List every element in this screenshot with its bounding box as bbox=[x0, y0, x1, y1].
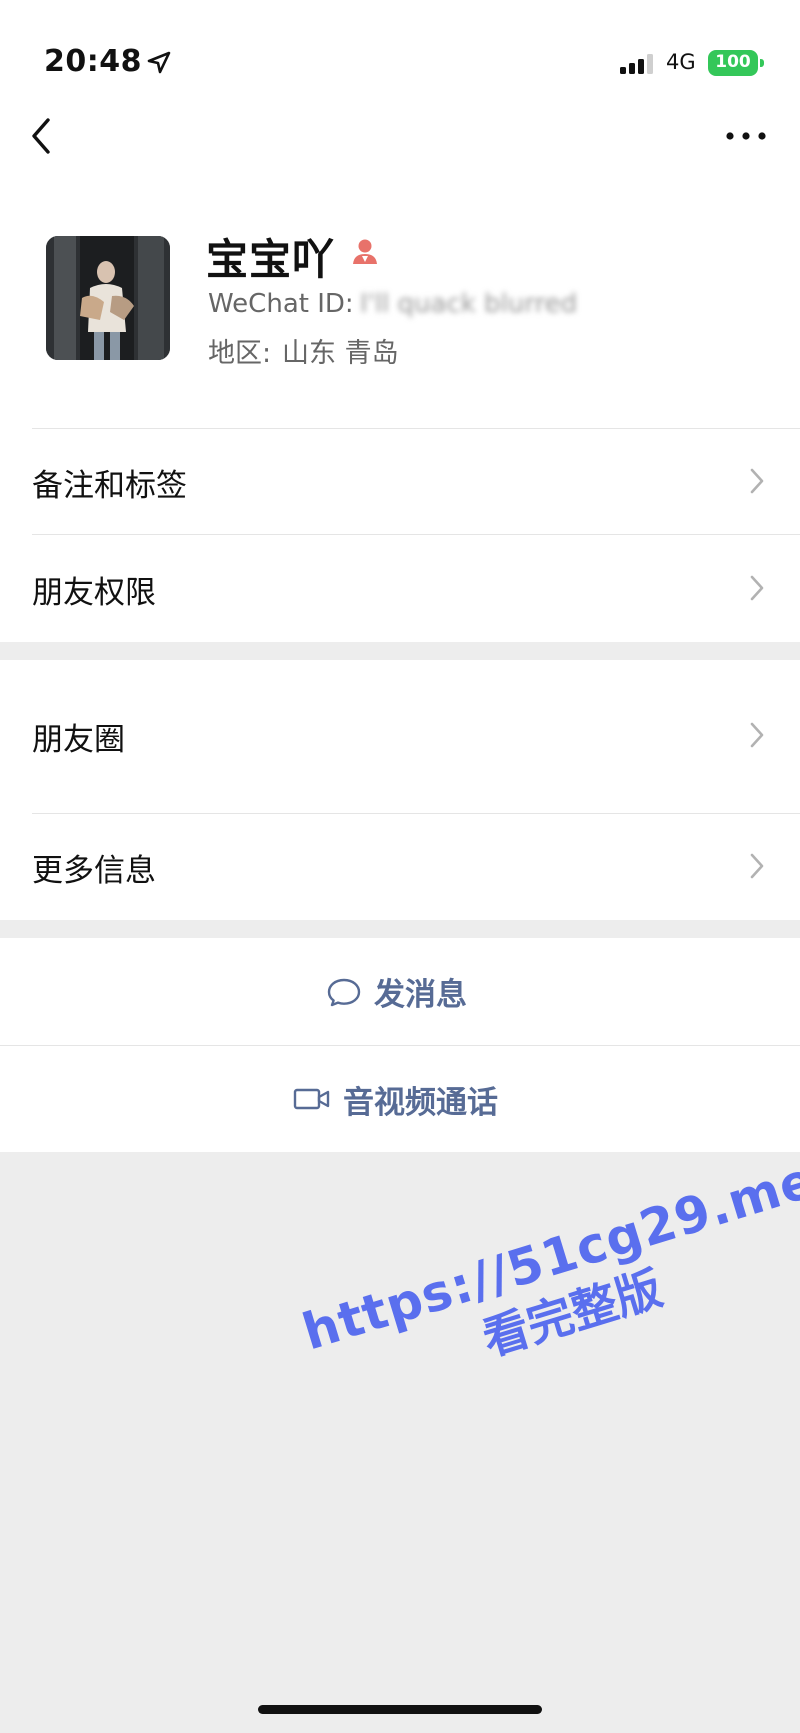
female-icon bbox=[353, 239, 377, 264]
row-friend-permissions[interactable]: 朋友权限 bbox=[0, 534, 800, 642]
chevron-right-icon bbox=[750, 722, 764, 748]
region-label: 地区: bbox=[208, 338, 272, 369]
actions-group: 发消息 音视频通话 bbox=[0, 938, 800, 1152]
chevron-left-icon[interactable] bbox=[26, 112, 58, 160]
video-call-button[interactable]: 音视频通话 bbox=[0, 1046, 800, 1152]
send-message-button[interactable]: 发消息 bbox=[0, 938, 800, 1045]
row-label: 备注和标签 bbox=[32, 468, 187, 504]
row-label: 朋友权限 bbox=[32, 575, 156, 611]
send-message-label: 发消息 bbox=[374, 977, 467, 1013]
location-arrow-icon bbox=[147, 51, 171, 74]
profile-name: 宝宝吖 bbox=[206, 235, 336, 284]
status-bar: 20:48 4G 100 bbox=[0, 0, 800, 110]
row-label: 朋友圈 bbox=[32, 722, 125, 758]
watermark: https://51cg29.me 看完整版 bbox=[296, 1150, 800, 1418]
profile-header: 20:48 4G 100 宝宝吖 WeChat ID: I'll quack b… bbox=[0, 0, 800, 420]
row-moments[interactable]: 朋友圈 bbox=[0, 660, 800, 813]
content-group: 朋友圈 更多信息 bbox=[0, 660, 800, 920]
ellipsis-icon[interactable] bbox=[720, 118, 772, 154]
battery-icon: 100 bbox=[708, 50, 764, 76]
video-camera-icon bbox=[293, 1088, 330, 1110]
region-value: 山东 青岛 bbox=[282, 338, 399, 369]
chevron-right-icon bbox=[750, 853, 764, 879]
battery-level: 100 bbox=[715, 52, 751, 72]
status-time: 20:48 bbox=[44, 44, 142, 79]
avatar[interactable] bbox=[46, 236, 170, 360]
chat-bubble-icon bbox=[327, 978, 361, 1006]
settings-group: 备注和标签 朋友权限 bbox=[0, 420, 800, 642]
row-remark-tags[interactable]: 备注和标签 bbox=[0, 428, 800, 534]
wechat-id-value: I'll quack blurred bbox=[360, 289, 578, 319]
row-label: 更多信息 bbox=[32, 853, 156, 889]
cellular-signal-icon bbox=[620, 54, 653, 74]
chevron-right-icon bbox=[750, 468, 764, 494]
wechat-id-label: WeChat ID: bbox=[208, 289, 354, 319]
chevron-right-icon bbox=[750, 575, 764, 601]
home-indicator[interactable] bbox=[258, 1705, 542, 1714]
network-type: 4G bbox=[666, 50, 696, 74]
row-more-info[interactable]: 更多信息 bbox=[0, 813, 800, 920]
avatar-photo bbox=[46, 236, 170, 360]
video-call-label: 音视频通话 bbox=[343, 1084, 498, 1121]
